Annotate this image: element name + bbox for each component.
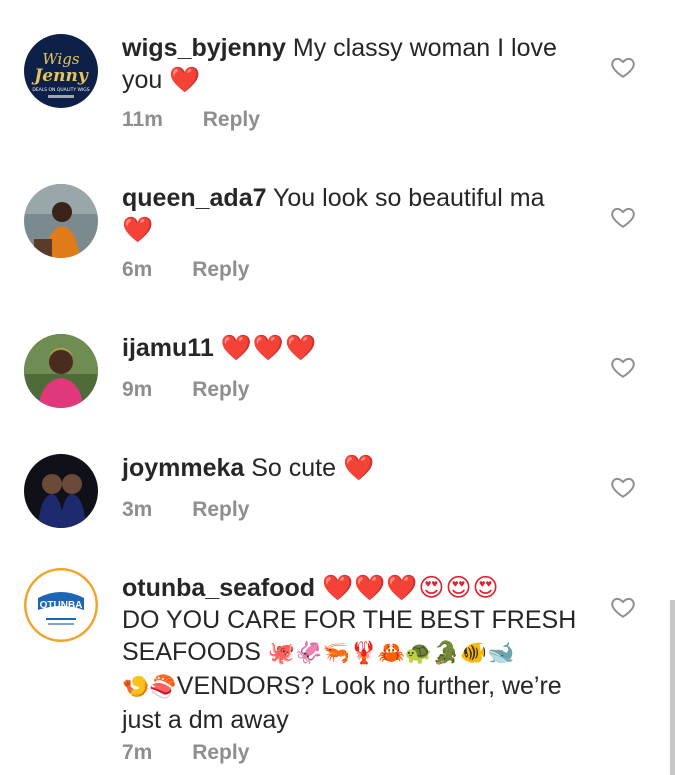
comment-username[interactable]: wigs_byjenny xyxy=(122,34,286,62)
avatar[interactable] xyxy=(24,334,98,408)
avatar[interactable] xyxy=(24,454,98,528)
comment-meta: 3m Reply xyxy=(122,498,249,522)
comment-time: 6m xyxy=(122,258,153,281)
avatar[interactable] xyxy=(24,184,98,258)
comment-username[interactable]: otunba_seafood xyxy=(122,574,315,602)
comment-text: queen_ada7 You look so beautiful ma ❤️ xyxy=(122,182,582,246)
comment-time: 11m xyxy=(122,108,163,131)
heart-emoji: ❤️❤️❤️ xyxy=(220,333,318,362)
reply-button[interactable]: Reply xyxy=(192,498,249,521)
comment-text: ijamu11 ❤️❤️❤️ xyxy=(122,332,582,364)
heart-outline-icon xyxy=(611,207,635,228)
heart-emoji: ❤️ xyxy=(169,65,202,94)
avatar[interactable]: OTUNBA xyxy=(24,568,98,642)
comment-body-vendors: VENDORS? Look no further, we’re xyxy=(176,672,562,700)
like-button[interactable] xyxy=(610,204,636,230)
reply-button[interactable]: Reply xyxy=(192,258,249,281)
comment-time: 9m xyxy=(122,378,153,401)
comment-time: 7m xyxy=(122,741,153,764)
food-emojis: 🍤🍣 xyxy=(122,675,177,700)
comment-line-1: otunba_seafood ❤️❤️❤️😍😍😍 xyxy=(122,572,592,604)
comment-meta: 11m Reply xyxy=(122,108,260,132)
comment-body: So cute xyxy=(251,454,337,482)
heart-emoji: ❤️ xyxy=(342,453,376,482)
comment-meta: 6m Reply xyxy=(122,258,249,282)
avatar-text-deals: DEALS ON QUALITY WIGS xyxy=(32,87,89,93)
comment-meta: 7m Reply xyxy=(122,741,249,765)
heart-outline-icon xyxy=(611,597,635,618)
comment-text: otunba_seafood ❤️❤️❤️😍😍😍 DO YOU CARE FOR… xyxy=(122,572,592,736)
heart-outline-icon xyxy=(611,477,635,498)
avatar-text-otunba: OTUNBA xyxy=(40,600,83,611)
comment-text: joymmeka So cute ❤️ xyxy=(122,452,582,484)
emoji-reaction: ❤️❤️❤️😍😍😍 xyxy=(322,573,500,602)
scrollbar[interactable] xyxy=(670,600,675,775)
reply-button[interactable]: Reply xyxy=(192,378,249,401)
comment-time: 3m xyxy=(122,498,153,521)
comment-body: You look so beautiful ma xyxy=(273,184,545,212)
heart-emoji: ❤️ xyxy=(122,215,155,244)
reply-button[interactable]: Reply xyxy=(203,108,260,131)
comment-body-line-2: SEAFOODS 🐙🦑🦐🦞🦀🐢🐊🐠🐋 xyxy=(122,636,592,670)
like-button[interactable] xyxy=(610,354,636,380)
comment-username[interactable]: queen_ada7 xyxy=(122,184,267,212)
comment-body-line-3: 🍤🍣VENDORS? Look no further, we’re xyxy=(122,670,592,704)
comment-username[interactable]: ijamu11 xyxy=(122,334,214,362)
avatar[interactable]: Wigs Jenny DEALS ON QUALITY WIGS xyxy=(24,34,98,108)
heart-outline-icon xyxy=(611,357,635,378)
comment-body-line-4: just a dm away xyxy=(122,706,289,734)
comment-username[interactable]: joymmeka xyxy=(122,454,244,482)
like-button[interactable] xyxy=(610,594,636,620)
comment-body-line-1: DO YOU CARE FOR THE BEST FRESH xyxy=(122,606,577,634)
reply-button[interactable]: Reply xyxy=(192,741,249,764)
heart-outline-icon xyxy=(611,57,635,78)
avatar-text-jenny: Jenny xyxy=(31,66,89,86)
comment-body-seafoods: SEAFOODS xyxy=(122,638,261,666)
like-button[interactable] xyxy=(610,54,636,80)
seafood-emojis: 🐙🦑🦐🦞🦀🐢🐊🐠🐋 xyxy=(267,641,515,666)
like-button[interactable] xyxy=(610,474,636,500)
comment-meta: 9m Reply xyxy=(122,378,249,402)
comment-text: wigs_byjenny My classy woman I love you … xyxy=(122,32,582,96)
